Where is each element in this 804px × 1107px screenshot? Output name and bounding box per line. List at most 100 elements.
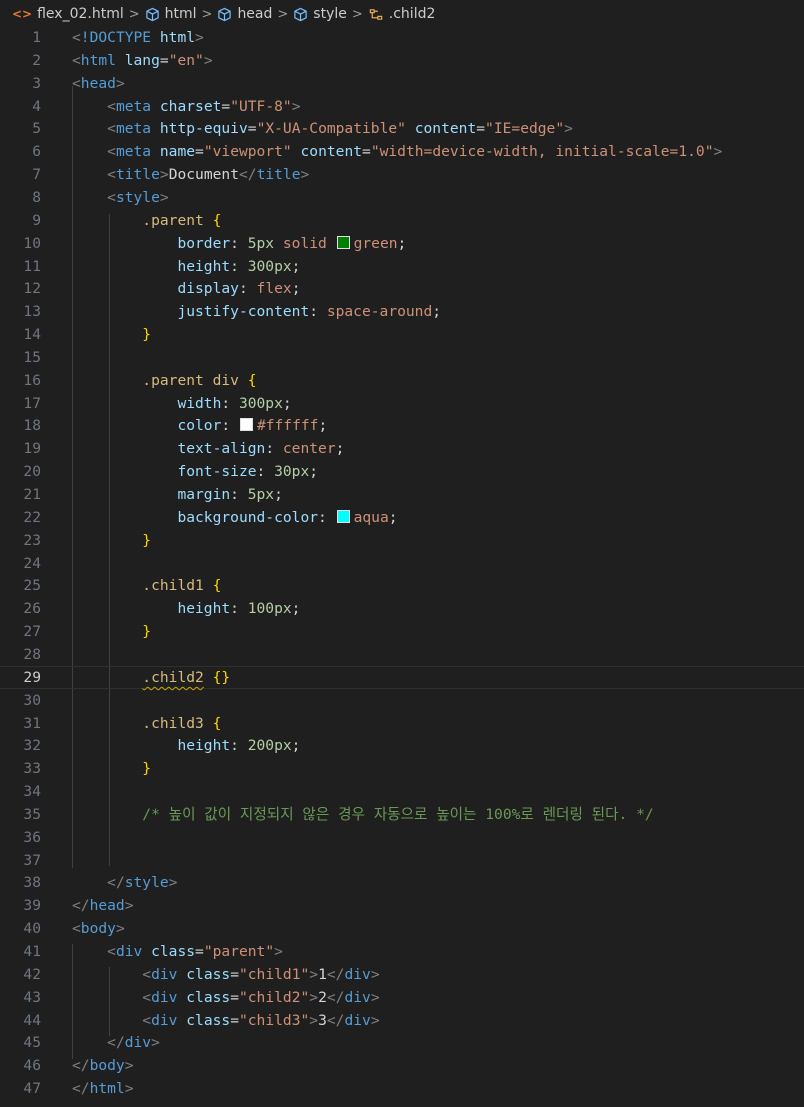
- code-token: ;: [335, 440, 345, 458]
- line-number: 8: [32, 188, 41, 206]
- color-swatch[interactable]: [336, 235, 350, 249]
- code-line[interactable]: 16 .parent div {: [0, 369, 804, 392]
- code-token: meta: [115, 120, 160, 138]
- code-line[interactable]: 29 .child2 {}: [0, 666, 804, 689]
- code-line[interactable]: 35 /* 높이 값이 지정되지 않은 경우 자동으로 높이는 100%로 렌더…: [0, 803, 804, 826]
- code-line[interactable]: 23 }: [0, 529, 804, 552]
- code-line[interactable]: 2 <html lang="en">: [0, 49, 804, 72]
- code-line[interactable]: 11 height: 300px;: [0, 255, 804, 278]
- breadcrumb-file[interactable]: <> flex_02.html: [12, 6, 124, 22]
- code-token: 300px: [238, 394, 283, 412]
- line-code: <head>: [72, 72, 125, 95]
- line-code: }: [72, 323, 151, 346]
- chevron-right-icon: >: [201, 6, 213, 22]
- code-line[interactable]: 30: [0, 689, 804, 712]
- code-line[interactable]: 33 }: [0, 757, 804, 780]
- line-number: 27: [23, 623, 41, 641]
- code-token: "IE=edge": [485, 120, 565, 138]
- code-line[interactable]: 28: [0, 643, 804, 666]
- code-line[interactable]: 24: [0, 552, 804, 575]
- code-line[interactable]: 4 <meta charset="UTF-8">: [0, 95, 804, 118]
- line-code: .child3 {: [72, 712, 221, 735]
- code-line[interactable]: 32 height: 200px;: [0, 734, 804, 757]
- line-code: <meta charset="UTF-8">: [72, 95, 300, 118]
- code-token: html: [80, 51, 125, 69]
- code-line[interactable]: 1 <!DOCTYPE html>: [0, 26, 804, 49]
- color-swatch[interactable]: [239, 418, 253, 432]
- code-line[interactable]: 44 <div class="child3">3</div>: [0, 1009, 804, 1032]
- code-line[interactable]: 47 </html>: [0, 1077, 804, 1100]
- code-line[interactable]: 3 <head>: [0, 72, 804, 95]
- code-token: >: [309, 1011, 319, 1029]
- code-line[interactable]: 31 .child3 {: [0, 712, 804, 735]
- code-line[interactable]: 14 }: [0, 323, 804, 346]
- code-line[interactable]: 7 <title>Document</title>: [0, 163, 804, 186]
- code-token: solid: [274, 234, 336, 252]
- code-line[interactable]: 20 font-size: 30px;: [0, 460, 804, 483]
- code-line[interactable]: 27 }: [0, 620, 804, 643]
- code-line[interactable]: 22 background-color: aqua;: [0, 506, 804, 529]
- line-code: }: [72, 529, 151, 552]
- code-line[interactable]: 42 <div class="child1">1</div>: [0, 963, 804, 986]
- code-line[interactable]: 8 <style>: [0, 186, 804, 209]
- code-line[interactable]: 12 display: flex;: [0, 277, 804, 300]
- code-line[interactable]: 36: [0, 826, 804, 849]
- code-token: }: [142, 531, 152, 549]
- breadcrumb-item-head[interactable]: head: [217, 6, 272, 22]
- code-line[interactable]: 5 <meta http-equiv="X-UA-Compatible" con…: [0, 117, 804, 140]
- code-token: text-align: [177, 440, 266, 458]
- code-line[interactable]: 17 width: 300px;: [0, 392, 804, 415]
- line-number: 24: [23, 554, 41, 572]
- code-token: !DOCTYPE: [80, 29, 160, 46]
- code-line[interactable]: 21 margin: 5px;: [0, 483, 804, 506]
- color-swatch[interactable]: [336, 509, 350, 523]
- code-line[interactable]: 34: [0, 780, 804, 803]
- code-token: >: [159, 188, 169, 206]
- code-line[interactable]: 45 </div>: [0, 1031, 804, 1054]
- code-line[interactable]: 26 height: 100px;: [0, 597, 804, 620]
- breadcrumb-item-child2[interactable]: .child2: [368, 6, 435, 22]
- line-number: 1: [32, 29, 41, 46]
- code-line[interactable]: 18 color: #ffffff;: [0, 414, 804, 437]
- line-code: font-size: 30px;: [72, 460, 318, 483]
- code-line[interactable]: 40 <body>: [0, 917, 804, 940]
- code-token: ;: [291, 257, 301, 275]
- code-token: <: [107, 97, 116, 115]
- code-token: flex: [256, 280, 292, 298]
- code-line[interactable]: 13 justify-content: space-around;: [0, 300, 804, 323]
- code-line[interactable]: 37: [0, 849, 804, 872]
- code-token: ;: [432, 303, 442, 321]
- line-number: 42: [23, 965, 41, 983]
- line-code: <div class="child3">3</div>: [72, 1009, 380, 1032]
- code-line[interactable]: 43 <div class="child2">2</div>: [0, 986, 804, 1009]
- code-token: 30px: [274, 463, 310, 481]
- code-line[interactable]: 41 <div class="parent">: [0, 940, 804, 963]
- code-line[interactable]: 10 border: 5px solid green;: [0, 232, 804, 255]
- code-line[interactable]: 15: [0, 346, 804, 369]
- code-editor[interactable]: 1 <!DOCTYPE html> 2 <html lang="en"> 3 <head>…: [0, 26, 804, 1107]
- code-line[interactable]: 9 .parent {: [0, 209, 804, 232]
- code-line[interactable]: 46 </body>: [0, 1054, 804, 1077]
- line-code: border: 5px solid green;: [72, 232, 406, 255]
- code-token: <: [72, 74, 81, 92]
- line-number: 44: [23, 1011, 41, 1029]
- line-code: </head>: [72, 894, 134, 917]
- code-token: >: [370, 1011, 380, 1029]
- breadcrumb-item-html[interactable]: html: [145, 6, 197, 22]
- line-number: 18: [23, 417, 41, 435]
- code-token: =: [221, 97, 231, 115]
- code-line[interactable]: 19 text-align: center;: [0, 437, 804, 460]
- line-code: <style>: [72, 186, 169, 209]
- line-number: 23: [23, 531, 41, 549]
- cube-icon: [217, 7, 232, 22]
- code-line[interactable]: 6 <meta name="viewport" content="width=d…: [0, 140, 804, 163]
- code-line[interactable]: 39 </head>: [0, 894, 804, 917]
- breadcrumb-item-style[interactable]: style: [293, 6, 347, 22]
- code-line[interactable]: 38 </style>: [0, 871, 804, 894]
- line-number: 36: [23, 828, 41, 846]
- code-line[interactable]: 25 .child1 {: [0, 574, 804, 597]
